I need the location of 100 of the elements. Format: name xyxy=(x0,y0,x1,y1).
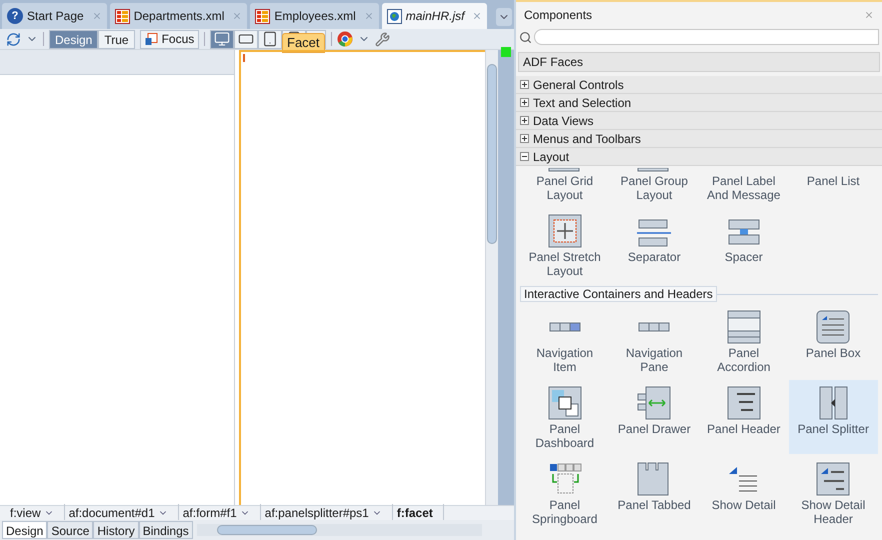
tab-label: Departments.xml xyxy=(134,8,224,25)
component-item[interactable]: Panel Grid Layout xyxy=(520,166,610,206)
component-item[interactable]: Panel Tabbed xyxy=(610,456,699,530)
facet-marker xyxy=(243,54,246,62)
editor-tab[interactable]: Employees.xml xyxy=(250,3,379,29)
refresh-icon[interactable] xyxy=(6,32,21,46)
component-item[interactable]: Panel Accordion xyxy=(699,304,788,378)
component-label: Show Detail xyxy=(712,498,776,512)
component-label: Panel Group Layout xyxy=(620,174,689,202)
status-indicator xyxy=(501,47,511,57)
category-header[interactable]: Menus and Toolbars xyxy=(516,130,882,148)
category-header[interactable]: Data Views xyxy=(516,112,882,130)
breadcrumb-label: af:document#d1 xyxy=(68,505,155,522)
component-label: Navigation Pane xyxy=(624,346,684,374)
editor-tab[interactable]: ? Start Page xyxy=(2,3,107,29)
device-button[interactable] xyxy=(210,30,234,48)
focus-button[interactable]: Focus xyxy=(140,30,200,48)
expand-icon xyxy=(520,80,529,89)
component-item[interactable]: Navigation Item xyxy=(520,304,610,378)
component-item[interactable]: Separator xyxy=(610,208,699,282)
component-item[interactable]: Panel Splitter xyxy=(788,380,878,454)
component-label: Panel Grid Layout xyxy=(535,174,594,202)
collapse-icon xyxy=(520,152,529,161)
component-label: Spacer xyxy=(724,250,763,264)
close-icon[interactable] xyxy=(472,11,482,21)
springboard-icon xyxy=(548,462,582,496)
component-label: Panel Accordion xyxy=(716,346,772,374)
category-header[interactable]: Text and Selection xyxy=(516,94,882,112)
mode-toggle[interactable]: True xyxy=(98,30,135,48)
breadcrumb-label: af:panelsplitter#ps1 xyxy=(264,505,369,522)
view-tab[interactable]: Source xyxy=(47,521,94,539)
component-label: Panel Drawer xyxy=(618,422,691,436)
editor-tab[interactable]: Departments.xml xyxy=(110,3,248,29)
component-item[interactable]: Show Detail xyxy=(699,456,788,530)
category-label: Text and Selection xyxy=(533,94,632,112)
breadcrumb-label: f:facet xyxy=(396,505,433,522)
dashboard-icon xyxy=(548,386,582,420)
view-tab[interactable]: History xyxy=(93,521,139,539)
close-icon[interactable] xyxy=(232,11,242,21)
component-icon xyxy=(548,168,582,172)
grid-document-icon xyxy=(114,8,130,24)
component-label: Navigation Item xyxy=(535,346,594,374)
focus-icon xyxy=(144,32,158,46)
browser-icon[interactable] xyxy=(337,31,354,47)
close-icon[interactable] xyxy=(92,11,102,21)
vertical-scrollbar[interactable] xyxy=(485,50,498,505)
component-item[interactable]: Show Detail Header xyxy=(788,456,878,530)
component-item[interactable]: Panel Springboard xyxy=(520,456,610,530)
detail-header-icon xyxy=(816,462,850,496)
section-heading: Interactive Containers and Headers xyxy=(520,286,717,302)
help-icon: ? xyxy=(7,8,23,24)
search-icon[interactable] xyxy=(519,30,532,44)
component-item[interactable]: Spacer xyxy=(699,208,788,282)
close-icon[interactable] xyxy=(364,11,374,21)
panel-title: Components xyxy=(524,7,592,24)
tab-strip-icon xyxy=(548,322,581,332)
component-label: Panel Box xyxy=(806,346,861,360)
component-label: Panel Stretch Layout xyxy=(528,250,602,278)
category-label: General Controls xyxy=(533,76,624,94)
component-label: Panel Dashboard xyxy=(534,422,596,450)
component-item[interactable]: Panel Header xyxy=(699,380,788,454)
tab-label: mainHR.jsf xyxy=(406,8,464,25)
device-button[interactable] xyxy=(234,30,258,48)
library-dropdown[interactable]: ADF Faces xyxy=(518,52,880,72)
tab-label: Start Page xyxy=(27,8,84,25)
accordion-icon xyxy=(726,310,761,344)
component-label: Separator xyxy=(628,250,681,264)
category-label: Menus and Toolbars xyxy=(533,130,641,148)
component-item[interactable]: Panel Stretch Layout xyxy=(520,208,610,282)
component-item[interactable]: Panel Group Layout xyxy=(610,166,699,206)
device-button[interactable] xyxy=(258,30,282,48)
component-item[interactable]: Navigation Pane xyxy=(610,304,699,378)
category-header[interactable]: General Controls xyxy=(516,76,882,94)
tab-strip-icon xyxy=(638,322,670,332)
component-item[interactable]: Panel Dashboard xyxy=(520,380,610,454)
category-label: Layout xyxy=(533,148,570,166)
tablet-icon xyxy=(262,31,278,47)
breadcrumb-label: af:form#f1 xyxy=(182,505,237,522)
component-item[interactable]: Panel List xyxy=(788,166,878,206)
view-tab[interactable]: Design xyxy=(2,521,48,539)
text-box-icon xyxy=(816,310,850,344)
component-item[interactable]: Panel Drawer xyxy=(610,380,699,454)
category-label: Data Views xyxy=(533,112,594,130)
expand-icon xyxy=(520,116,529,125)
tab-list-button[interactable] xyxy=(496,8,512,26)
view-tab[interactable]: Bindings xyxy=(138,521,193,539)
horizontal-scrollbar[interactable] xyxy=(196,524,482,536)
component-label: Panel Header xyxy=(707,422,780,436)
component-item[interactable]: Panel Label And Message xyxy=(699,166,788,206)
tabbed-panel-icon xyxy=(637,462,672,496)
component-label: Panel List xyxy=(806,174,860,188)
wrench-icon[interactable] xyxy=(375,32,390,46)
component-item[interactable]: Panel Box xyxy=(788,304,878,378)
editor-tab[interactable]: mainHR.jsf xyxy=(382,3,488,29)
category-header[interactable]: Layout xyxy=(516,148,882,166)
search-field[interactable] xyxy=(534,29,879,45)
close-icon[interactable] xyxy=(864,10,874,20)
tab-label: Employees.xml xyxy=(274,8,356,25)
component-icon xyxy=(637,168,672,172)
mode-toggle[interactable]: Design xyxy=(49,30,98,48)
